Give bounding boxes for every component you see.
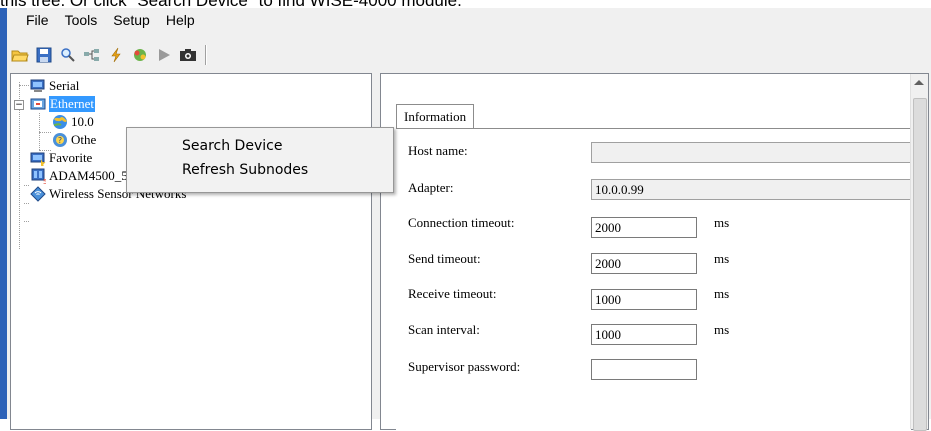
tree-node-others[interactable]: ? Othe bbox=[52, 132, 96, 148]
network-icon[interactable] bbox=[81, 44, 103, 66]
camera-icon[interactable] bbox=[177, 44, 199, 66]
tree-label-ethernet: Ethernet bbox=[49, 96, 96, 112]
tab-body: Host name: Adapter: Connection timeout: … bbox=[396, 128, 911, 430]
menu-file[interactable]: File bbox=[18, 12, 57, 28]
scan-interval-label: Scan interval: bbox=[408, 322, 480, 337]
tree-label-ip: 10.0 bbox=[71, 114, 94, 129]
supervisor-password-label: Supervisor password: bbox=[408, 359, 521, 374]
scroll-thumb[interactable] bbox=[913, 98, 927, 431]
tree-node-ip[interactable]: 10.0 bbox=[52, 114, 94, 130]
menu-help[interactable]: Help bbox=[158, 12, 203, 28]
save-icon[interactable] bbox=[33, 44, 55, 66]
send-timeout-field[interactable] bbox=[591, 253, 697, 274]
tree-line bbox=[24, 221, 29, 223]
adapter-label: Adapter: bbox=[408, 180, 454, 195]
tree-node-favorite[interactable]: Favorite bbox=[30, 150, 92, 166]
send-timeout-label: Send timeout: bbox=[408, 251, 481, 266]
scroll-up-icon[interactable] bbox=[914, 80, 924, 85]
connection-timeout-unit: ms bbox=[714, 215, 730, 230]
receive-timeout-label: Receive timeout: bbox=[408, 286, 497, 301]
info-panel: Information Host name: Adapter: Connecti… bbox=[380, 73, 929, 431]
receive-timeout-unit: ms bbox=[714, 286, 730, 301]
wireless-sensor-icon bbox=[30, 186, 46, 202]
adam-module-icon: 5 bbox=[31, 168, 46, 184]
send-timeout-unit: ms bbox=[714, 251, 730, 266]
supervisor-password-field[interactable] bbox=[591, 359, 697, 380]
tab-information[interactable]: Information bbox=[396, 104, 475, 129]
ethernet-collapse-toggle[interactable]: − bbox=[14, 100, 24, 110]
svg-text:?: ? bbox=[58, 136, 62, 145]
context-menu: Search Device Refresh Subnodes bbox=[126, 127, 394, 193]
host-name-field[interactable] bbox=[591, 142, 911, 163]
window-edge bbox=[0, 8, 7, 419]
context-menu-refresh-subnodes[interactable]: Refresh Subnodes bbox=[182, 162, 308, 178]
host-name-label: Host name: bbox=[408, 143, 468, 158]
search-icon[interactable] bbox=[57, 44, 79, 66]
ethernet-icon bbox=[30, 98, 46, 110]
tree-label-others: Othe bbox=[71, 132, 97, 147]
tree-label-serial: Serial bbox=[49, 78, 80, 93]
play-icon[interactable] bbox=[153, 44, 175, 66]
globe-icon bbox=[53, 115, 68, 129]
scan-interval-field[interactable] bbox=[591, 324, 697, 345]
scan-interval-unit: ms bbox=[714, 322, 730, 337]
computer-icon bbox=[30, 79, 45, 92]
vertical-scrollbar[interactable] bbox=[910, 74, 928, 431]
favorite-icon bbox=[30, 152, 46, 166]
menu-setup[interactable]: Setup bbox=[105, 12, 158, 28]
menu-bar: File Tools Setup Help bbox=[7, 8, 931, 32]
tree-line bbox=[19, 85, 29, 87]
open-folder-icon[interactable] bbox=[9, 44, 31, 66]
flash-icon[interactable] bbox=[105, 44, 127, 66]
adapter-field[interactable] bbox=[591, 179, 911, 200]
tree-line bbox=[24, 185, 29, 187]
tree-node-ethernet[interactable]: Ethernet bbox=[30, 96, 96, 112]
unknown-device-icon: ? bbox=[53, 133, 67, 147]
plugin-icon[interactable] bbox=[129, 44, 151, 66]
tree-line bbox=[24, 203, 29, 205]
connection-timeout-label: Connection timeout: bbox=[408, 215, 515, 230]
app-window: File Tools Setup Help − Serial Ethernet … bbox=[7, 8, 931, 431]
tree-label-favorite: Favorite bbox=[49, 150, 93, 165]
menu-tools[interactable]: Tools bbox=[57, 12, 106, 28]
tree-line bbox=[39, 132, 51, 134]
svg-text:5: 5 bbox=[43, 178, 46, 184]
toolbar-separator bbox=[205, 45, 207, 65]
context-menu-search-device[interactable]: Search Device bbox=[182, 138, 282, 154]
toolbar bbox=[7, 42, 207, 68]
receive-timeout-field[interactable] bbox=[591, 289, 697, 310]
tab-container: Information Host name: Adapter: Connecti… bbox=[396, 104, 911, 430]
connection-timeout-field[interactable] bbox=[591, 217, 697, 238]
tree-node-serial[interactable]: Serial bbox=[30, 78, 79, 94]
